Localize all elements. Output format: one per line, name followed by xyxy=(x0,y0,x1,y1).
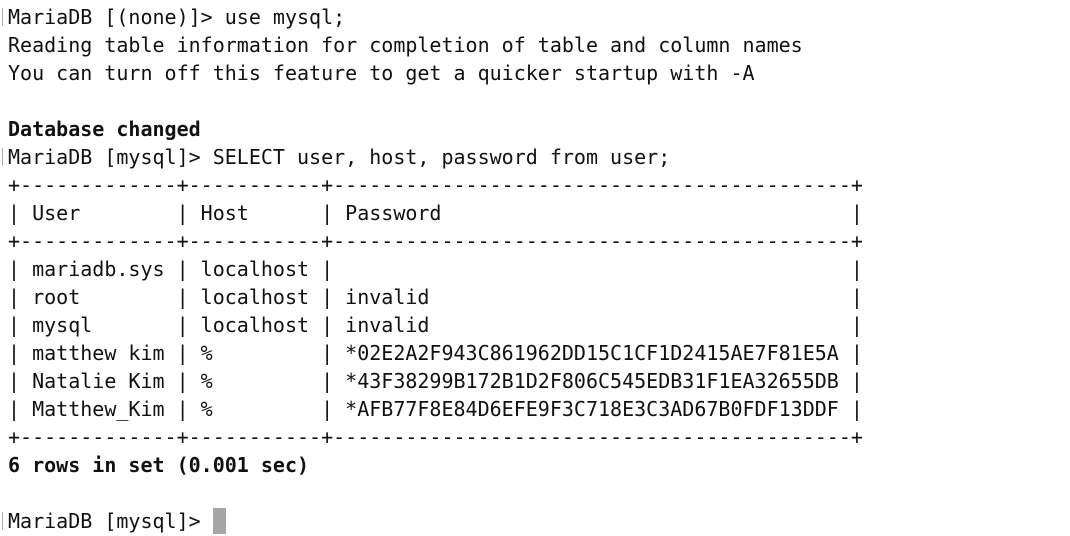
table-row: | Matthew_Kim | % | *AFB77F8E84D6EFE9F3C… xyxy=(8,397,863,421)
table-border: +-------------+-----------+-------------… xyxy=(8,229,863,253)
table-row: | matthew kim | % | *02E2A2F943C861962DD… xyxy=(8,341,863,365)
table-row: | root | localhost | invalid | xyxy=(8,285,863,309)
input-prompt-row[interactable]: MariaDB [mysql]> xyxy=(8,507,863,535)
info-line: You can turn off this feature to get a q… xyxy=(8,61,755,85)
prompt-marker xyxy=(2,512,3,530)
table-row: | mariadb.sys | localhost | | xyxy=(8,257,863,281)
terminal-output[interactable]: MariaDB [(none)]> use mysql; Reading tab… xyxy=(8,3,863,535)
result-table: +-------------+-----------+-------------… xyxy=(8,171,863,451)
info-line: Reading table information for completion… xyxy=(8,33,803,57)
command-line: MariaDB [mysql]> SELECT user, host, pass… xyxy=(8,145,671,169)
table-header: | User | Host | Password | xyxy=(8,201,863,225)
prompt-marker xyxy=(2,8,3,26)
table-border: +-------------+-----------+-------------… xyxy=(8,173,863,197)
table-row: | mysql | localhost | invalid | xyxy=(8,313,863,337)
prompt-label: MariaDB [mysql]> xyxy=(8,509,213,533)
status-line: Database changed xyxy=(8,117,201,141)
cursor[interactable] xyxy=(212,508,226,534)
result-summary: 6 rows in set (0.001 sec) xyxy=(8,453,310,477)
table-row: | Natalie Kim | % | *43F38299B172B1D2F80… xyxy=(8,369,863,393)
prompt-marker xyxy=(2,148,3,166)
table-border: +-------------+-----------+-------------… xyxy=(8,425,863,449)
command-line: MariaDB [(none)]> use mysql; xyxy=(8,5,346,29)
